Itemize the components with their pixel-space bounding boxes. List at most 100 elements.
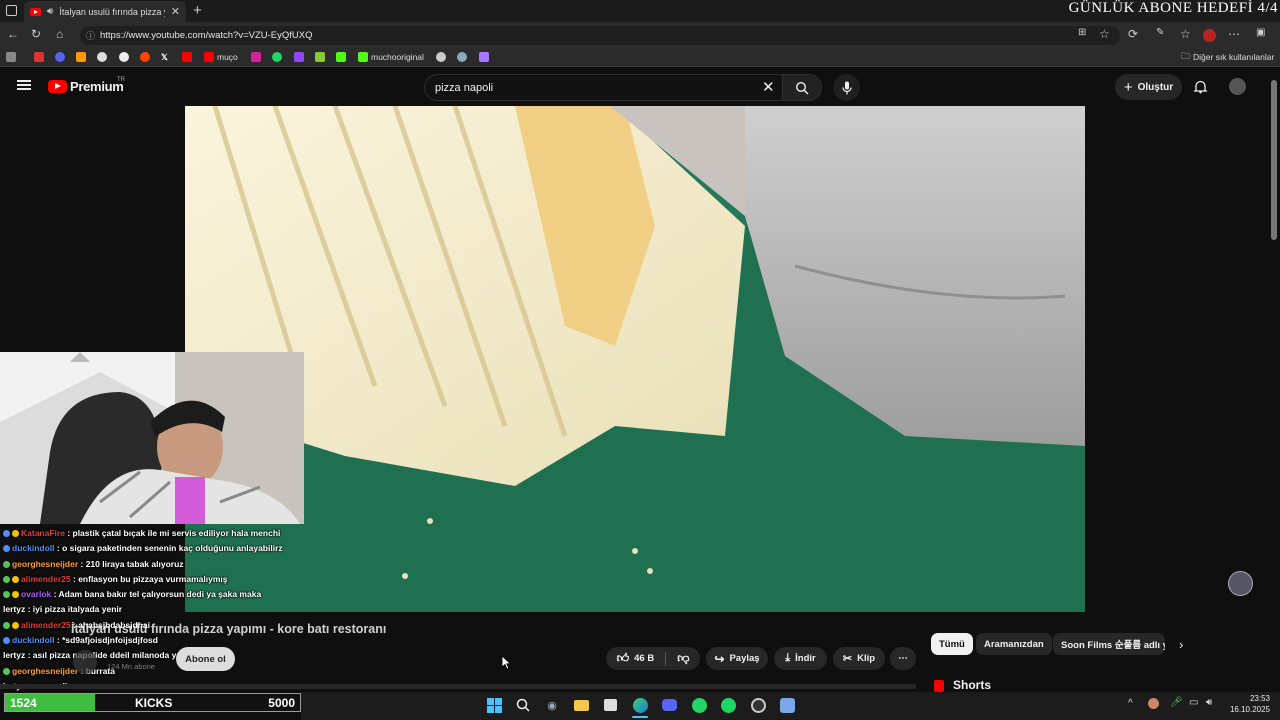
whatsapp-icon[interactable]: [691, 697, 707, 713]
share-button[interactable]: ↪ Paylaş: [706, 647, 768, 670]
microsoft-store-icon[interactable]: [602, 697, 618, 713]
channel-avatar[interactable]: [73, 650, 97, 674]
app-icon[interactable]: [779, 697, 795, 713]
new-tab-icon[interactable]: +: [193, 2, 202, 19]
youtube-logo-icon[interactable]: [48, 80, 67, 93]
extensions-icon[interactable]: ✎: [1156, 27, 1164, 38]
tray-app-icon[interactable]: [1148, 698, 1159, 709]
create-button[interactable]: + Oluştur: [1115, 74, 1182, 100]
whatsapp-bookmark-icon[interactable]: [272, 51, 282, 63]
chip-all[interactable]: Tümü: [931, 633, 973, 655]
app-available-icon[interactable]: ⊞: [1078, 27, 1086, 38]
chat-message: KatanaFire : plastik çatal bıçak ile mi …: [0, 526, 304, 541]
site-info-icon[interactable]: ⓘ: [86, 29, 95, 42]
chat-username: alimender25: [21, 619, 71, 630]
bookmark-muco[interactable]: muço: [204, 51, 238, 63]
floating-avatar-icon[interactable]: [1228, 571, 1253, 596]
bookmark-icon-4[interactable]: [76, 51, 86, 63]
favorite-star-icon[interactable]: ☆: [1099, 27, 1110, 41]
sidebar-toggle-icon[interactable]: ▣: [1256, 27, 1265, 38]
like-dislike-group: 👍︎ 46 B 👎︎: [606, 647, 700, 670]
shorts-icon: [934, 680, 944, 692]
address-bar[interactable]: ⓘ https://www.youtube.com/watch?v=VZU-Ey…: [80, 26, 1120, 45]
reload-icon[interactable]: ↻: [31, 27, 41, 41]
tray-overflow-icon[interactable]: ^: [1128, 698, 1133, 709]
clock-date: 16.10.2025: [1229, 705, 1270, 714]
x-bookmark-icon[interactable]: 𝕏: [161, 51, 168, 63]
file-explorer-icon[interactable]: [573, 697, 589, 713]
download-button[interactable]: ⤓ İndir: [774, 647, 827, 670]
steam-icon[interactable]: ◉: [544, 697, 560, 713]
chip-from-search[interactable]: Aramanızdan: [976, 633, 1052, 655]
chat-message: georghesneijder : 210 liraya tabak alıyo…: [0, 557, 304, 572]
chips-next-icon[interactable]: ›: [1179, 637, 1183, 652]
notifications-bell-icon[interactable]: [1193, 79, 1208, 99]
search-input[interactable]: pizza napoli: [424, 74, 788, 101]
video-player[interactable]: [185, 106, 1085, 612]
bookmark-icon-16[interactable]: [436, 51, 446, 63]
kicks-target: 5000: [268, 696, 295, 710]
more-menu-icon[interactable]: ⋯: [1228, 27, 1240, 41]
bookmark-icon-2[interactable]: [34, 51, 44, 63]
bookmark-icon-5[interactable]: [97, 51, 107, 63]
download-icon: ⤓: [785, 652, 791, 664]
edge-icon[interactable]: [632, 697, 648, 713]
system-clock[interactable]: 23:53 16.10.2025: [1230, 693, 1270, 715]
thumbs-up-icon: 👍︎: [616, 651, 630, 665]
favorites-icon[interactable]: ☆: [1180, 27, 1191, 41]
bookmark-icon-17[interactable]: [457, 51, 467, 63]
tab-actions-icon[interactable]: [6, 5, 17, 16]
subscribe-button[interactable]: Abone ol: [176, 647, 235, 671]
reddit-bookmark-icon[interactable]: [140, 51, 150, 63]
kick-bookmark-icon[interactable]: [336, 51, 346, 63]
browser-tab[interactable]: 🔊︎ İtalyan usulü fırında pizza yap ✕: [24, 1, 186, 22]
chat-username: lertyz: [3, 604, 26, 615]
close-tab-icon[interactable]: ✕: [171, 5, 180, 18]
description-strip: [0, 684, 916, 689]
discord-icon[interactable]: [661, 697, 677, 713]
twitch-bookmark-icon[interactable]: [294, 51, 304, 63]
chat-badge-icon: [3, 560, 10, 568]
clip-button[interactable]: ✂ Klip: [833, 647, 885, 670]
bookmark-muchooriginal[interactable]: muchooriginal: [358, 51, 424, 63]
kicks-label: KICKS: [135, 696, 173, 710]
microphone-tray-icon[interactable]: 🎤︎: [1170, 697, 1183, 708]
clear-search-icon[interactable]: ✕: [762, 78, 775, 96]
page-scrollbar[interactable]: [1271, 80, 1277, 240]
back-icon[interactable]: ←: [7, 27, 19, 41]
chat-badge-icon: [3, 530, 10, 537]
chat-text: *sd9afjoisdjnfoijsdjfosd: [62, 635, 158, 646]
like-button[interactable]: 👍︎ 46 B: [617, 651, 655, 666]
subscriber-goal-overlay: GÜNLÜK ABONE HEDEFİ 4/4: [1068, 0, 1278, 16]
network-icon[interactable]: ▭: [1189, 697, 1198, 708]
youtube-premium-logo[interactable]: Premium: [70, 79, 124, 94]
thumbs-down-icon: 👎︎: [677, 651, 690, 665]
chat-text: enflasyon bu pizzaya vurmamalıymış: [78, 573, 228, 584]
refresh-extension-icon[interactable]: ⟳: [1128, 27, 1138, 41]
youtube-bookmark-icon[interactable]: [182, 51, 192, 63]
volume-icon[interactable]: 🔊︎: [1206, 697, 1212, 708]
obs-icon[interactable]: [750, 697, 766, 713]
spotify-icon[interactable]: [720, 697, 736, 713]
video-title: İtalyan usulü fırında pizza yapımı - kor…: [71, 622, 387, 636]
start-windows-icon[interactable]: [486, 697, 502, 713]
bookmark-icon-6[interactable]: [119, 51, 129, 63]
profile-avatar-icon[interactable]: [1203, 29, 1216, 42]
voice-search-button[interactable]: [833, 74, 860, 101]
search-button[interactable]: [782, 74, 822, 101]
taskbar-search-icon[interactable]: [515, 697, 531, 713]
chip-channel[interactable]: Soon Films 순풀름 adlı y: [1053, 633, 1165, 655]
more-actions-button[interactable]: ⋯: [890, 647, 916, 670]
home-icon[interactable]: ⌂: [56, 27, 63, 41]
bookmark-icon-18[interactable]: [479, 51, 489, 63]
audio-icon[interactable]: 🔊︎: [47, 6, 53, 17]
bookmark-icon-3[interactable]: [55, 51, 65, 63]
account-avatar[interactable]: [1229, 78, 1246, 95]
bookmark-icon-13[interactable]: [315, 51, 325, 63]
hamburger-menu-icon[interactable]: [17, 80, 31, 90]
other-bookmarks-folder[interactable]: 🗀︎ Diğer sık kullanılanlar: [1181, 51, 1274, 63]
kicks-goal-bar: 1524 KICKS 5000: [4, 693, 301, 712]
instagram-bookmark-icon[interactable]: [251, 51, 261, 63]
bookmark-icon-1[interactable]: [6, 51, 16, 63]
dislike-button[interactable]: 👎︎: [677, 651, 689, 666]
